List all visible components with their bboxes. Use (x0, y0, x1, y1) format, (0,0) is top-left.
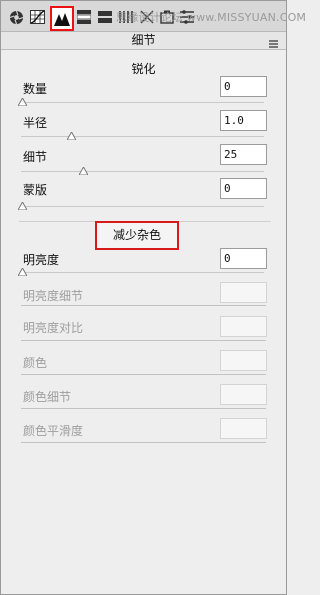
color-field (220, 350, 267, 371)
detail-slider-track[interactable] (21, 171, 264, 172)
masking-slider-track[interactable] (21, 206, 264, 207)
noise-reduction-section-title: 减少杂色 (95, 221, 179, 250)
radius-slider-track[interactable] (21, 136, 264, 137)
color-detail-field (220, 384, 267, 405)
amount-slider-thumb[interactable] (18, 98, 27, 106)
luminance-detail-label: 明亮度细节 (23, 289, 84, 303)
camera-raw-panel: 思缘设计论坛 www.MISSYUAN.COM 细节 锐化 数量 0 半径 1.… (0, 0, 306, 595)
radius-field[interactable]: 1.0 (220, 110, 267, 131)
split-toning-icon[interactable] (97, 9, 113, 25)
panel-title-label: 细节 (131, 33, 156, 47)
amount-slider-track[interactable] (21, 102, 264, 103)
amount-field[interactable]: 0 (220, 76, 267, 97)
color-smoothness-slider-track (21, 442, 266, 443)
sharpening-section-title: 锐化 (131, 62, 156, 76)
luminance-field[interactable]: 0 (220, 248, 267, 269)
amount-label: 数量 (23, 82, 48, 96)
color-detail-slider-track (21, 408, 266, 409)
luminance-label: 明亮度 (23, 253, 60, 267)
color-smoothness-field (220, 418, 267, 439)
luminance-detail-slider-track (21, 305, 266, 306)
noise-reduction-title-label: 减少杂色 (112, 228, 161, 242)
panel-title: 细节 (1, 32, 286, 50)
luminance-contrast-label: 明亮度对比 (23, 321, 84, 335)
detail-mountains-icon[interactable] (50, 6, 74, 31)
detail-label: 细节 (23, 150, 48, 164)
radius-slider-thumb[interactable] (67, 132, 76, 140)
luminance-detail-field (220, 282, 267, 303)
watermark-text: 思缘设计论坛 www.MISSYUAN.COM (116, 11, 307, 24)
detail-field[interactable]: 25 (220, 144, 267, 165)
luminance-slider-thumb[interactable] (18, 268, 27, 276)
masking-field[interactable]: 0 (220, 178, 267, 199)
masking-slider-thumb[interactable] (18, 202, 27, 210)
detail-slider-thumb[interactable] (79, 167, 88, 175)
radius-label: 半径 (23, 116, 48, 130)
luminance-contrast-field (220, 316, 267, 337)
aperture-icon[interactable] (8, 9, 24, 25)
panel-menu-icon[interactable] (269, 36, 278, 53)
tone-curve-icon[interactable] (29, 9, 45, 25)
luminance-contrast-slider-track (21, 340, 266, 341)
panel-toolbar: 思缘设计论坛 www.MISSYUAN.COM (1, 1, 306, 32)
luminance-slider-track[interactable] (21, 272, 264, 273)
color-detail-label: 颜色细节 (23, 390, 72, 404)
color-slider-track (21, 374, 266, 375)
hsl-icon[interactable] (76, 9, 92, 25)
color-smoothness-label: 颜色平滑度 (23, 424, 84, 438)
masking-label: 蒙版 (23, 183, 48, 197)
color-label: 颜色 (23, 356, 48, 370)
